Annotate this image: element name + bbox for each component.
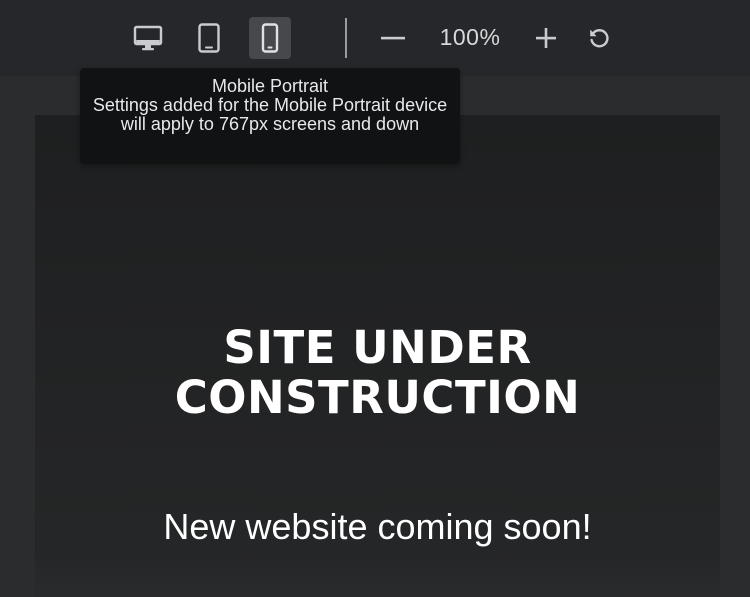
mobile-icon: [261, 23, 279, 53]
reset-zoom-button[interactable]: [578, 17, 620, 59]
toolbar-separator: [345, 18, 347, 58]
zoom-level: 100%: [439, 24, 501, 50]
device-tooltip: Mobile Portrait Settings added for the M…: [80, 68, 460, 164]
zoom-in-button[interactable]: [525, 17, 567, 59]
tooltip-body: Settings added for the Mobile Portrait d…: [92, 95, 448, 134]
desktop-view-button[interactable]: [127, 17, 169, 59]
device-preview-frame: SITE UNDER CONSTRUCTION New website comi…: [35, 115, 720, 597]
site-subheading: New website coming soon!: [163, 506, 592, 547]
site-heading: SITE UNDER CONSTRUCTION: [174, 321, 581, 424]
tablet-icon: [198, 23, 220, 53]
mobile-view-button[interactable]: [249, 17, 291, 59]
tablet-view-button[interactable]: [188, 17, 230, 59]
device-toolbar: 100%: [0, 0, 750, 76]
plus-icon: [536, 28, 556, 48]
desktop-icon: [133, 25, 163, 51]
responsive-preview-app: 100% SITE UNDER CONSTRUCTION New website…: [0, 0, 750, 597]
reset-icon: [590, 29, 609, 48]
zoom-out-button[interactable]: [372, 17, 414, 59]
minus-icon: [381, 36, 405, 40]
tooltip-title: Mobile Portrait: [211, 76, 329, 96]
